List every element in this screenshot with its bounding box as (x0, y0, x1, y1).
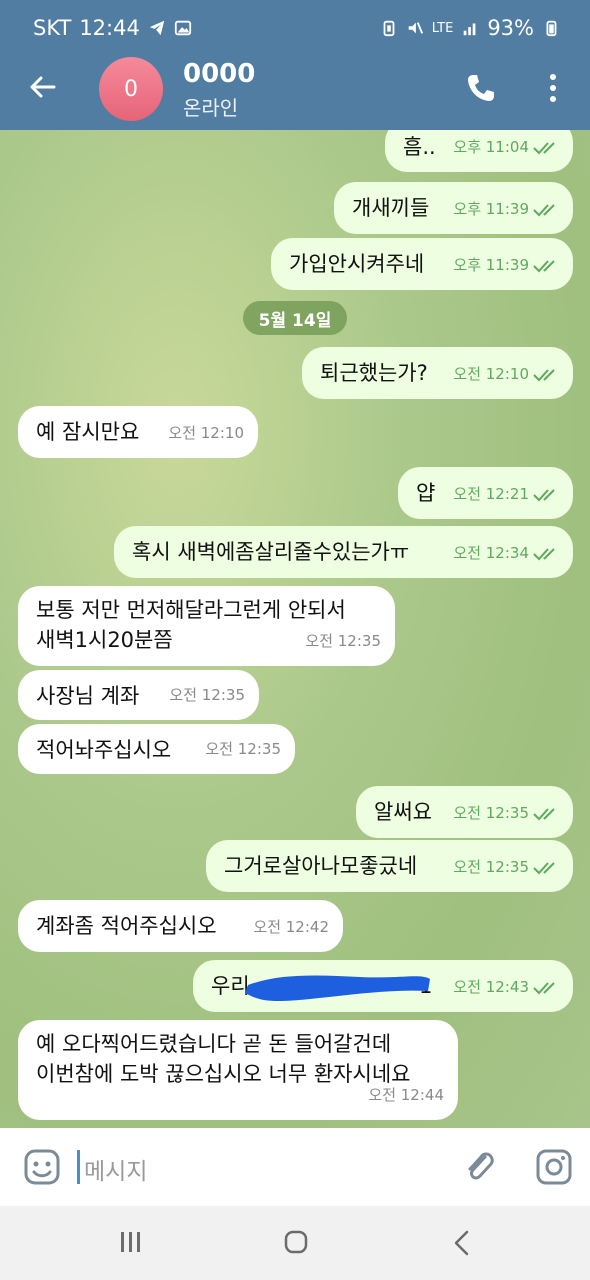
chat-header: 0 0000 온라인 (0, 50, 590, 130)
message-time: 오전 12:44 (368, 1086, 444, 1104)
message-bubble[interactable]: 혹시 새벽에좀살리줄수있는가ㅠ 오전 12:34 (114, 526, 573, 578)
message-text-line1: 보통 저만 먼저해달라그런게 안되서 (36, 598, 346, 622)
message-time: 오전 12:10 (453, 360, 559, 389)
double-check-icon (533, 368, 555, 381)
chat-area[interactable]: 흠.. 오후 11:04 개새끼들 오후 11:39 가입안시켜주네 오후 11… (0, 130, 590, 1128)
top-bar: SKT 12:44 LTE 93% 0 0000 온라인 (0, 0, 590, 130)
double-check-icon (533, 488, 555, 501)
message-text: 흠.. (403, 135, 436, 159)
mute-icon (408, 22, 423, 34)
message-bubble[interactable]: 퇴근했는가? 오전 12:10 (302, 347, 573, 399)
double-check-icon (533, 981, 555, 994)
nav-back-icon[interactable] (452, 1229, 472, 1257)
clock: 12:44 (79, 16, 140, 40)
recent-apps-icon[interactable] (118, 1229, 144, 1255)
message-text: 적어놔주십시오 (36, 738, 172, 762)
message-text-line2: 새벽1시20분쯤 (36, 628, 173, 652)
message-text: 알써요 (374, 800, 432, 824)
message-time: 오전 12:35 (453, 799, 559, 828)
system-nav-bar (0, 1206, 590, 1280)
message-text: 개새끼들 (352, 196, 430, 220)
redaction-scribble (245, 975, 430, 1001)
telegram-notification-icon (149, 20, 165, 36)
message-text: 계좌좀 적어주십시오 (36, 914, 217, 938)
message-time: 오후 11:39 (453, 195, 559, 224)
more-vertical-icon[interactable] (546, 72, 560, 104)
avatar[interactable]: 0 (99, 57, 163, 121)
message-text: 사장님 계좌 (36, 684, 140, 708)
message-time: 오전 12:35 (305, 632, 381, 650)
camera-icon[interactable] (535, 1148, 573, 1186)
message-bubble[interactable]: 그거로살아나모좋긌네 오전 12:35 (206, 840, 573, 892)
home-icon[interactable] (283, 1229, 309, 1255)
network-type: LTE (431, 20, 454, 36)
signal-icon (464, 23, 476, 36)
message-time: 오전 12:10 (168, 424, 244, 442)
message-time: 오전 12:35 (169, 686, 245, 704)
double-check-icon (533, 807, 555, 820)
text-cursor (77, 1150, 80, 1184)
message-input[interactable]: 메시지 (84, 1152, 147, 1186)
double-check-icon (533, 259, 555, 272)
back-arrow-icon[interactable] (28, 72, 58, 102)
message-bubble[interactable]: 알써요 오전 12:35 (356, 786, 573, 838)
message-text: 가입안시켜주네 (289, 252, 425, 276)
contact-status: 온라인 (183, 96, 239, 120)
attach-icon[interactable] (461, 1148, 499, 1186)
message-bubble[interactable]: 예 잠시만요 오전 12:10 (18, 406, 258, 458)
message-text-line2: 이번참에 도박 끊으십시오 너무 환자시네요 (36, 1062, 411, 1086)
carrier-label: SKT (33, 16, 72, 40)
message-text-line1: 예 오다찍어드렸습니다 곧 돈 들어갈건데 (36, 1032, 392, 1056)
message-bubble[interactable]: 얍 오전 12:21 (398, 467, 573, 519)
message-time: 오전 12:43 (453, 973, 559, 1002)
message-bubble[interactable]: 가입안시켜주네 오후 11:39 (271, 238, 573, 290)
message-time: 오후 11:04 (453, 133, 559, 162)
message-time: 오전 12:35 (453, 853, 559, 882)
battery-percent: 93% (487, 16, 534, 40)
message-text: 예 잠시만요 (36, 420, 140, 444)
double-check-icon (533, 547, 555, 560)
double-check-icon (533, 203, 555, 216)
battery-icon (546, 20, 557, 37)
message-time: 오후 11:39 (453, 251, 559, 280)
message-bubble[interactable]: 흠.. 오후 11:04 (385, 130, 573, 172)
message-time: 오전 12:42 (253, 918, 329, 936)
message-bubble[interactable]: 계좌좀 적어주십시오 오전 12:42 (18, 900, 343, 952)
message-bubble[interactable]: 적어놔주십시오 오전 12:35 (18, 724, 295, 774)
message-bubble[interactable]: 사장님 계좌 오전 12:35 (18, 670, 259, 720)
message-time: 오전 12:34 (453, 539, 559, 568)
double-check-icon (533, 141, 555, 154)
message-bubble[interactable]: 보통 저만 먼저해달라그런게 안되서 새벽1시20분쯤 오전 12:35 (18, 586, 395, 666)
battery-saver-icon (383, 20, 395, 37)
double-check-icon (533, 861, 555, 874)
message-input-bar: 메시지 (0, 1128, 590, 1206)
message-text: 그거로살아나모좋긌네 (224, 854, 418, 878)
emoji-icon[interactable] (23, 1148, 61, 1186)
message-bubble[interactable]: 개새끼들 오후 11:39 (334, 182, 573, 234)
contact-name[interactable]: 0000 (183, 59, 255, 89)
message-time: 오전 12:21 (453, 480, 559, 509)
image-notification-icon (174, 20, 191, 36)
date-separator: 5월 14일 (243, 301, 347, 335)
message-bubble[interactable]: 예 오다찍어드렸습니다 곧 돈 들어갈건데 이번참에 도박 끊으십시오 너무 환… (18, 1020, 458, 1120)
message-text: 혹시 새벽에좀살리줄수있는가ㅠ (132, 540, 410, 564)
message-text: 퇴근했는가? (320, 361, 428, 385)
message-text: 얍 (416, 481, 436, 505)
message-time: 오전 12:35 (205, 740, 281, 758)
phone-icon[interactable] (465, 72, 497, 104)
